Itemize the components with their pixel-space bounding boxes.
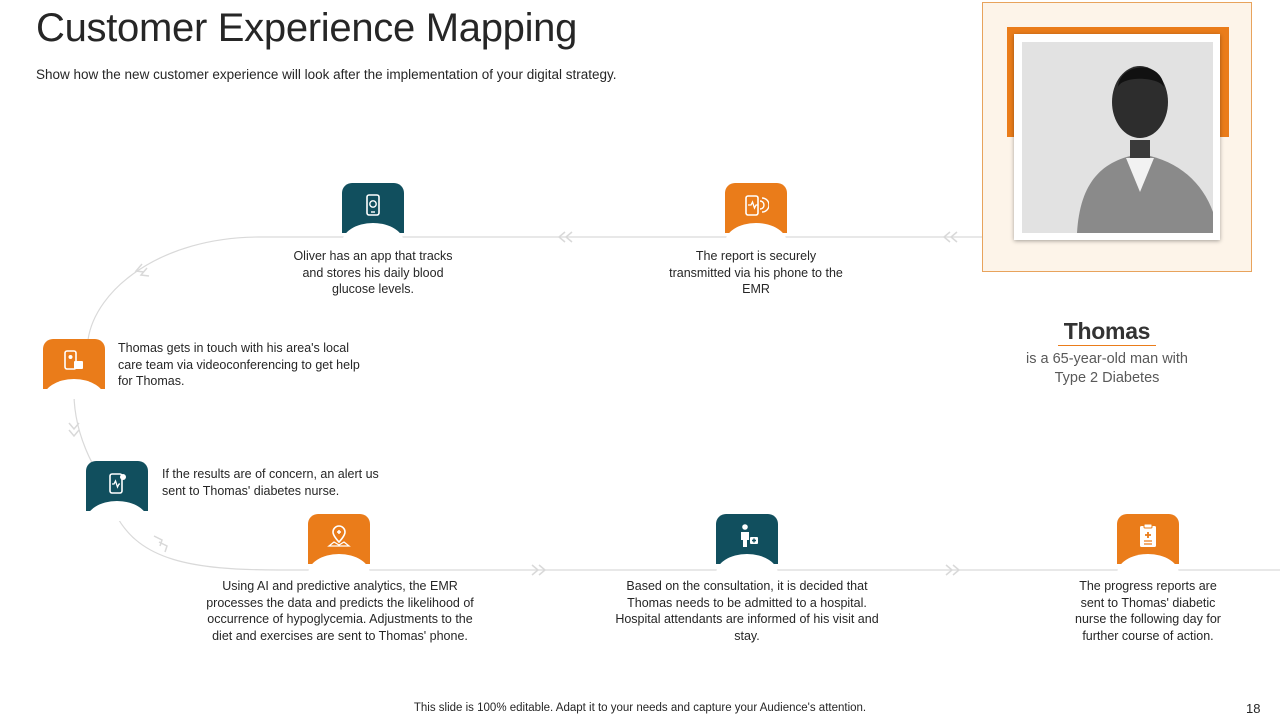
persona-description: is a 65-year-old man with Type 2 Diabete… xyxy=(1026,351,1188,386)
step-5-text: Using AI and predictive analytics, the E… xyxy=(206,579,474,643)
page-number: 18 xyxy=(1246,701,1261,716)
step-3-text: Thomas gets in touch with his area's loc… xyxy=(118,341,360,388)
mobile-alert-icon xyxy=(109,473,126,494)
footer-note: This slide is 100% editable. Adapt it to… xyxy=(413,702,867,714)
step-1-icon-tile xyxy=(342,183,404,243)
step-1-text: Oliver has an app that tracks and stores… xyxy=(293,249,453,296)
medical-report-icon xyxy=(1140,523,1156,547)
step-6-text: Based on the consultation, it is decided… xyxy=(615,579,879,643)
step-7-icon-tile xyxy=(1117,514,1179,574)
video-call-icon xyxy=(64,350,83,370)
phone-transmit-icon xyxy=(745,195,769,216)
step-2-icon-tile xyxy=(725,183,787,243)
patient-medkit-icon xyxy=(741,524,758,547)
step-4-text: If the results are of concern, an alert … xyxy=(162,467,379,498)
step-7-text: The progress reports are sent to Thomas'… xyxy=(1075,579,1221,643)
location-map-icon xyxy=(327,525,351,547)
step-5-icon-tile xyxy=(308,514,370,574)
step-4-icon-tile xyxy=(86,461,148,521)
persona-name: Thomas xyxy=(1063,318,1151,344)
step-3-icon-tile xyxy=(43,339,105,399)
step-6-icon-tile xyxy=(716,514,778,574)
smartphone-app-icon xyxy=(366,194,380,216)
persona-photo xyxy=(1022,42,1213,233)
person-portrait-icon xyxy=(1022,42,1213,233)
persona-name-underline xyxy=(1058,345,1156,346)
step-2-text: The report is securely transmitted via h… xyxy=(669,249,843,296)
